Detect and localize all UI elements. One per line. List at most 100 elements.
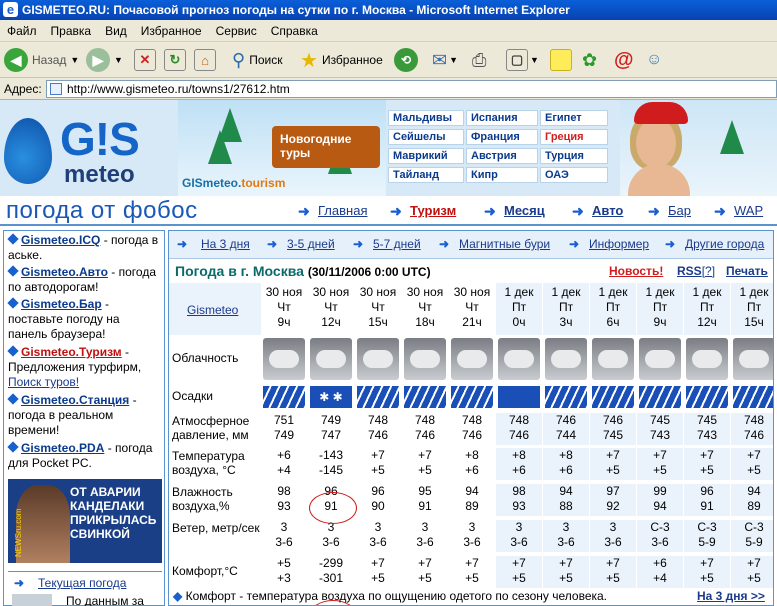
at-button[interactable]: @ — [614, 47, 634, 73]
tour-search-link[interactable]: Поиск туров! — [8, 375, 79, 389]
dest-link[interactable]: Маврикий — [388, 148, 464, 164]
star-icon: ★ — [300, 49, 318, 72]
mail-button[interactable]: ✉ ▼ — [432, 47, 458, 73]
gismeteo-source-link[interactable]: Gismeteo — [187, 303, 238, 317]
favorites-button[interactable]: ★ Избранное — [300, 47, 383, 73]
dest-link[interactable]: Турция — [540, 148, 608, 164]
messenger-button[interactable]: ☺ — [646, 47, 662, 73]
pressure-cell: 745 743 — [684, 413, 730, 445]
edit-button[interactable]: ▢ ▼ — [506, 47, 539, 73]
forecast-column-header: 30 ноя Чт 12ч — [312, 285, 350, 329]
history-button[interactable]: ⟲ — [394, 47, 418, 73]
wind-cell: 3 3-6 — [590, 520, 636, 552]
wind-cell: С-3 5-9 — [731, 520, 773, 552]
back-button[interactable]: ◀ Назад ▼ — [4, 47, 79, 73]
current-weather-block: ➜ Текущая погода По данным за — [8, 571, 162, 606]
forecast-column-header: 1 дек Пт 6ч — [590, 283, 636, 335]
history-icon: ⟲ — [394, 48, 418, 72]
address-bar: Адрес: http://www.gismeteo.ru/towns1/276… — [0, 78, 777, 100]
notes-button[interactable] — [550, 47, 572, 73]
back-arrow-icon: ◀ — [4, 48, 28, 72]
menu-edit[interactable]: Правка — [44, 20, 99, 42]
menu-view[interactable]: Вид — [98, 20, 134, 42]
banner: G!S meteo Новогодние туры GISmeteo.touri… — [0, 100, 777, 196]
dest-link[interactable]: Франция — [466, 129, 538, 145]
nav-tourism[interactable]: Туризм — [410, 203, 456, 218]
comfort-cell: +7 +5 — [371, 556, 385, 585]
humidity-cell: 94 89 — [465, 484, 479, 513]
nav-wap[interactable]: WAP — [734, 203, 763, 218]
temperature-row: Температура воздуха, °С +6 +4 -143 -145 +7 +5… — [169, 445, 773, 481]
forecast-column-header: 1 дек Пт 15ч — [731, 283, 773, 335]
address-input[interactable]: http://www.gismeteo.ru/towns1/27612.htm — [46, 80, 777, 98]
refresh-icon: ↻ — [164, 49, 186, 71]
menu-favorites[interactable]: Избранное — [134, 20, 209, 42]
menu-help[interactable]: Справка — [264, 20, 325, 42]
menu-tools[interactable]: Сервис — [209, 20, 264, 42]
print-link[interactable]: Печать — [726, 264, 768, 278]
icq-button[interactable]: ✿ — [582, 47, 597, 73]
dest-link[interactable]: Сейшелы — [388, 129, 464, 145]
tab-3-5-days[interactable]: 3-5 дней — [287, 237, 335, 251]
logo-gis[interactable]: G!S — [60, 114, 140, 164]
tab-magnetic-storms[interactable]: Магнитные бури — [459, 237, 550, 251]
window-title-bar: e GISMETEO.RU: Почасовой прогноз погоды … — [0, 0, 777, 20]
precip-row: Осадки ✱ ✱ — [169, 383, 773, 411]
print-button[interactable]: ⎙ — [472, 47, 486, 73]
dest-link[interactable]: ОАЭ — [540, 167, 608, 183]
refresh-button[interactable]: ↻ — [164, 47, 186, 73]
arrow-icon: ➜ — [648, 203, 660, 219]
tab-5-7-days[interactable]: 5-7 дней — [373, 237, 421, 251]
dest-link[interactable]: Мальдивы — [388, 110, 464, 126]
forward-button[interactable]: ▶ ▼ — [86, 47, 123, 73]
diamond-icon: ◆ — [173, 589, 183, 603]
rain-icon — [451, 386, 493, 408]
humidity-cell: 94 88 — [543, 484, 589, 516]
nav-main[interactable]: Главная — [318, 203, 367, 218]
forecast-column-header: 30 ноя Чт 9ч — [265, 285, 303, 329]
window-title: GISMETEO.RU: Почасовой прогноз погоды на… — [22, 3, 570, 17]
note-icon — [550, 49, 572, 71]
stop-button[interactable]: ✕ — [134, 47, 156, 73]
pressure-cell: 746 744 — [543, 413, 589, 445]
dest-link[interactable]: Тайланд — [388, 167, 464, 183]
new-year-tours-sign[interactable]: Новогодние туры — [272, 126, 380, 168]
nav-month[interactable]: Месяц — [504, 203, 545, 218]
snow-icon: ✱ ✱ — [310, 386, 352, 408]
news-link[interactable]: Новость! — [609, 264, 663, 278]
cloud-icon — [451, 338, 493, 380]
pressure-cell: 748 746 — [461, 413, 483, 442]
dest-link[interactable]: Греция — [540, 129, 608, 145]
nav-bar[interactable]: Бар — [668, 203, 691, 218]
next-3-days-link[interactable]: На 3 дня >> — [697, 589, 765, 603]
temperature-cell: +8 +6 — [465, 448, 479, 477]
page-content: G!S meteo Новогодние туры GISmeteo.touri… — [0, 100, 777, 606]
clouds-row: Облачность — [169, 335, 773, 383]
wind-cell: 3 3-6 — [463, 520, 481, 549]
dest-link[interactable]: Египет — [540, 110, 608, 126]
home-button[interactable]: ⌂ — [194, 47, 216, 73]
temperature-cell: +7 +5 — [590, 448, 636, 480]
tab-informer[interactable]: Информер — [589, 237, 649, 251]
search-button[interactable]: ⚲ Поиск — [232, 47, 282, 73]
dest-link[interactable]: Австрия — [466, 148, 538, 164]
news-ad[interactable]: NEWSru.com ОТ АВАРИИ КАНДЕЛАКИ ПРИКРЫЛАС… — [8, 479, 162, 563]
flower-icon: ✿ — [582, 49, 598, 70]
sidebar-item-bar: Gismeteo.Бар - поставьте погоду на панел… — [7, 297, 120, 341]
pressure-cell: 748 746 — [414, 413, 436, 442]
menu-file[interactable]: Файл — [0, 20, 44, 42]
ie-icon: e — [3, 2, 18, 17]
chevron-down-icon: ▼ — [530, 55, 539, 65]
mail-icon: ✉ — [432, 49, 448, 70]
tab-3-days[interactable]: На 3 дня — [201, 237, 250, 251]
nav-auto[interactable]: Авто — [592, 203, 623, 218]
sidebar: Gismeteo.ICQ - погода в аське. Gismeteo.… — [3, 230, 165, 606]
dest-link[interactable]: Испания — [466, 110, 538, 126]
gismeteo-tourism-logo[interactable]: GISmeteo.tourism — [182, 176, 285, 190]
tab-other-cities[interactable]: Другие города — [685, 237, 764, 251]
current-weather-link[interactable]: Текущая погода — [38, 576, 126, 590]
dest-link[interactable]: Кипр — [466, 167, 538, 183]
arrow-icon: ➜ — [484, 203, 496, 219]
rss-link[interactable]: RSS[?] — [677, 264, 715, 278]
pressure-cell: 751 749 — [273, 413, 295, 442]
